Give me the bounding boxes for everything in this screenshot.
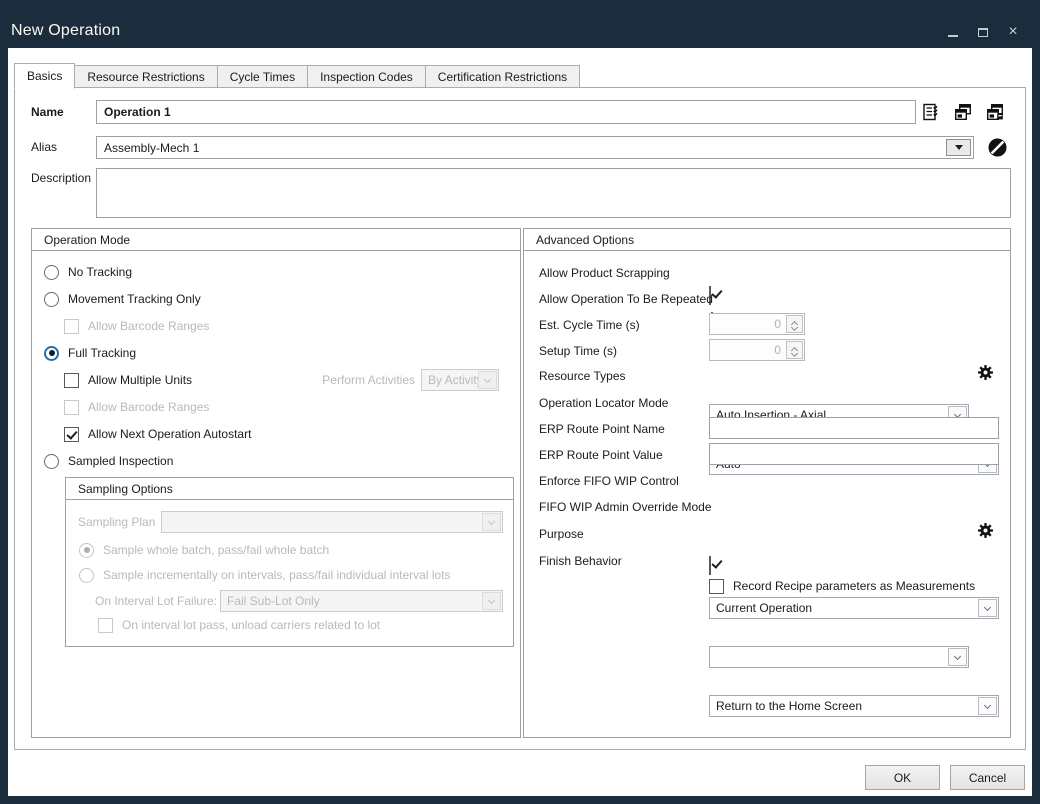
checkbox-icon[interactable]: [64, 373, 79, 388]
alias-dropdown-icon[interactable]: [946, 139, 971, 156]
perform-activities-row: Perform Activities By Activity: [232, 369, 499, 391]
window-controls: ×: [946, 26, 1020, 38]
operation-mode-group: Operation Mode No Tracking Movement Trac…: [31, 228, 521, 738]
operation-mode-title: Operation Mode: [32, 229, 520, 251]
no-slash-icon[interactable]: [988, 138, 1007, 157]
description-textarea[interactable]: [96, 168, 1011, 218]
copy-save-icon[interactable]: [986, 103, 1004, 121]
allow-product-scrapping-label: Allow Product Scrapping: [539, 266, 670, 280]
minimize-icon[interactable]: [946, 26, 960, 38]
radio-full-tracking[interactable]: Full Tracking: [44, 342, 136, 364]
radio-sample-incrementally: Sample incrementally on intervals, pass/…: [79, 564, 451, 586]
finish-behavior-combobox[interactable]: Return to the Home Screen: [709, 695, 999, 717]
tab-page-basics: Name Operation 1: [14, 87, 1026, 750]
advanced-options-title: Advanced Options: [524, 229, 1010, 251]
finish-behavior-label: Finish Behavior: [539, 554, 622, 568]
enforce-fifo-label: Enforce FIFO WIP Control: [539, 474, 679, 488]
close-icon[interactable]: ×: [1006, 26, 1020, 38]
perform-activities-combobox: By Activity: [421, 369, 499, 391]
name-label: Name: [31, 105, 64, 119]
radio-icon-disabled: [79, 568, 94, 583]
radio-sampled-inspection[interactable]: Sampled Inspection: [44, 450, 173, 472]
sampling-plan-row: Sampling Plan: [78, 511, 503, 533]
tab-basics[interactable]: Basics: [14, 63, 75, 89]
checkbox-record-recipe[interactable]: Record Recipe parameters as Measurements: [709, 575, 975, 597]
checkbox-enforce-fifo[interactable]: [709, 556, 711, 575]
setup-time-spinner[interactable]: 0: [709, 339, 805, 361]
dropdown-chevron-icon: [478, 371, 497, 389]
fifo-override-label: FIFO WIP Admin Override Mode: [539, 500, 712, 514]
alias-label: Alias: [31, 140, 57, 154]
sampling-plan-combobox: [161, 511, 503, 533]
on-interval-lot-failure-combobox: Fail Sub-Lot Only: [220, 590, 503, 612]
checkbox-icon-checked[interactable]: [64, 427, 79, 442]
fifo-override-combobox[interactable]: Current Operation: [709, 597, 999, 619]
checkbox-icon: [64, 319, 79, 334]
sampling-plan-label: Sampling Plan: [78, 515, 155, 529]
cancel-button[interactable]: Cancel: [950, 765, 1025, 790]
dropdown-chevron-icon[interactable]: [948, 648, 967, 666]
perform-activities-label: Perform Activities: [322, 373, 415, 387]
tab-inspection-codes[interactable]: Inspection Codes: [308, 65, 426, 88]
sampling-options-title: Sampling Options: [66, 478, 513, 500]
on-interval-lot-failure-row: On Interval Lot Failure: Fail Sub-Lot On…: [95, 590, 503, 612]
radio-icon[interactable]: [44, 265, 59, 280]
alias-value: Assembly-Mech 1: [104, 141, 199, 155]
purpose-combobox[interactable]: [709, 646, 969, 668]
dropdown-chevron-icon[interactable]: [978, 697, 997, 715]
est-cycle-time-spinner[interactable]: 0: [709, 313, 805, 335]
radio-icon-selected[interactable]: [44, 346, 59, 361]
radio-icon-selected-disabled: [79, 543, 94, 558]
dialog-window: New Operation × Basics Resource Restrict…: [0, 0, 1040, 804]
radio-no-tracking[interactable]: No Tracking: [44, 261, 132, 283]
radio-icon[interactable]: [44, 454, 59, 469]
checkbox-allow-barcode-ranges-1: Allow Barcode Ranges: [64, 315, 209, 337]
sampling-options-group: Sampling Options Sampling Plan Sample wh…: [65, 477, 514, 647]
tab-certification-restrictions[interactable]: Certification Restrictions: [426, 65, 580, 88]
title-bar: New Operation ×: [0, 0, 1040, 48]
setup-time-label: Setup Time (s): [539, 344, 617, 358]
checkbox-icon: [98, 618, 113, 633]
checkbox-icon: [64, 400, 79, 415]
spinner-up-down-icon[interactable]: [786, 341, 803, 359]
erp-route-point-value-label: ERP Route Point Value: [539, 448, 663, 462]
maximize-icon[interactable]: [976, 26, 990, 38]
purpose-gear-icon[interactable]: [977, 522, 994, 539]
radio-icon[interactable]: [44, 292, 59, 307]
radio-sample-whole-batch: Sample whole batch, pass/fail whole batc…: [79, 539, 329, 561]
est-cycle-time-label: Est. Cycle Time (s): [539, 318, 640, 332]
operation-locator-mode-label: Operation Locator Mode: [539, 396, 668, 410]
checkbox-allow-next-operation-autostart[interactable]: Allow Next Operation Autostart: [64, 423, 251, 445]
resource-types-label: Resource Types: [539, 369, 626, 383]
dropdown-chevron-icon: [482, 513, 501, 531]
dropdown-chevron-icon[interactable]: [978, 599, 997, 617]
alias-combobox[interactable]: Assembly-Mech 1: [96, 136, 974, 159]
ok-button[interactable]: OK: [865, 765, 940, 790]
erp-route-point-name-label: ERP Route Point Name: [539, 422, 665, 436]
checkbox-unload-carriers: On interval lot pass, unload carriers re…: [98, 614, 380, 636]
tab-strip: Basics Resource Restrictions Cycle Times…: [14, 62, 580, 88]
dialog-content: Basics Resource Restrictions Cycle Times…: [8, 48, 1032, 796]
tab-resource-restrictions[interactable]: Resource Restrictions: [75, 65, 217, 88]
name-input[interactable]: Operation 1: [96, 100, 916, 124]
description-label: Description: [31, 171, 91, 185]
erp-route-point-value-input[interactable]: [709, 443, 999, 465]
allow-repeat-label: Allow Operation To Be Repeated: [539, 292, 713, 306]
edit-list-icon[interactable]: [922, 103, 940, 121]
advanced-options-group: Advanced Options Allow Product Scrapping…: [523, 228, 1011, 738]
copy-icon[interactable]: [954, 103, 972, 121]
checkbox-icon[interactable]: [709, 579, 724, 594]
erp-route-point-name-input[interactable]: [709, 417, 999, 439]
radio-movement-tracking[interactable]: Movement Tracking Only: [44, 288, 201, 310]
checkbox-allow-barcode-ranges-2: Allow Barcode Ranges: [64, 396, 209, 418]
dropdown-chevron-icon: [482, 592, 501, 610]
purpose-label: Purpose: [539, 527, 584, 541]
window-title: New Operation: [11, 22, 120, 40]
tab-cycle-times[interactable]: Cycle Times: [218, 65, 308, 88]
on-interval-lot-failure-label: On Interval Lot Failure:: [95, 594, 214, 608]
checkbox-allow-multiple-units[interactable]: Allow Multiple Units: [64, 369, 192, 391]
resource-types-gear-icon[interactable]: [977, 364, 994, 381]
spinner-up-down-icon[interactable]: [786, 315, 803, 333]
